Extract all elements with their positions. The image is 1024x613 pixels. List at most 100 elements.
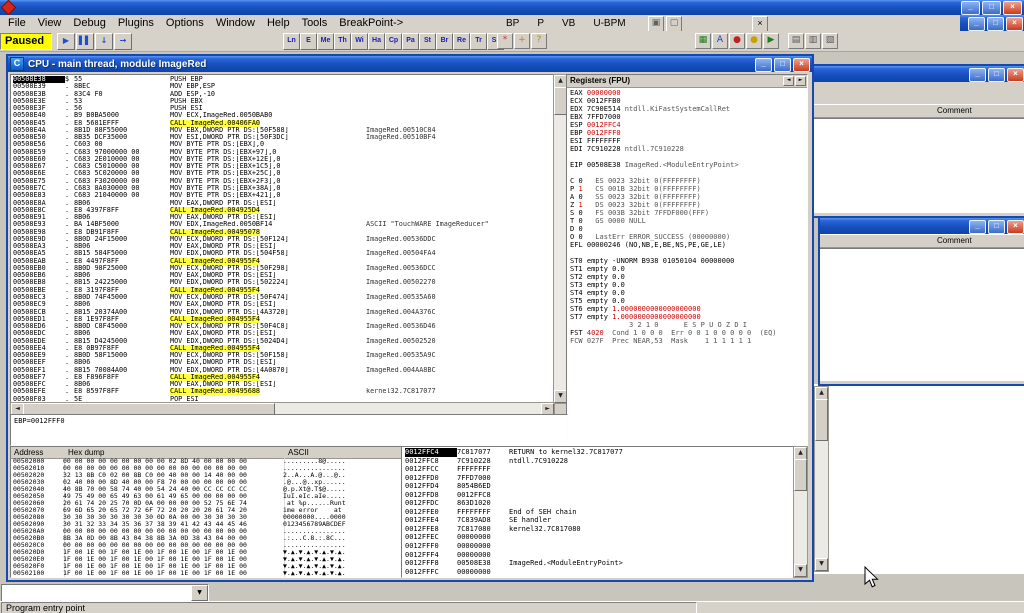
window-button-st[interactable]: St (419, 33, 436, 50)
disasm-row[interactable]: 00508EA5.8B15 584F5000MOV EDX,DWORD PTR … (13, 250, 554, 257)
disasm-row[interactable]: 00508E67.C683 C5010000 00MOV BYTE PTR DS… (13, 163, 554, 170)
dump-row[interactable]: 0050208030 30 30 30 30 30 30 30 0D 0A 00… (13, 514, 401, 521)
doc-icon-2[interactable]: ▢ (666, 16, 682, 32)
stack-row[interactable]: 0012FFD48054B6ED (405, 482, 794, 491)
pause-button[interactable]: ▌▌ (76, 33, 94, 50)
register-line[interactable]: ST4 empty 0.0 (570, 289, 807, 297)
registers-pane[interactable]: Registers (FPU) ◄ ► EAX 00000000ECX 0012… (566, 74, 808, 448)
window-button-re[interactable]: Re (453, 33, 470, 50)
register-line[interactable]: Z 1 DS 0023 32bit 0(FFFFFFFF) (570, 201, 807, 209)
step-into-button[interactable]: ↓ (95, 33, 113, 50)
side-window-3[interactable]: ▲ ▼ (810, 384, 1024, 574)
stack-row[interactable]: 0012FFC47C817077RETURN to kernel32.7C817… (405, 448, 794, 457)
menu-item-window[interactable]: Window (210, 16, 261, 30)
dump-row[interactable]: 0050200000 00 00 00 00 00 00 00 00 02 8D… (13, 458, 401, 465)
close-icon[interactable]: × (1003, 1, 1022, 15)
side-window-1-titlebar[interactable]: _ □ × (812, 66, 1024, 82)
register-line[interactable]: 3 2 1 0 E S P U O Z D I (570, 321, 807, 329)
maximize-icon[interactable]: □ (982, 1, 1001, 15)
side-window-2-body[interactable] (820, 248, 1024, 381)
close-icon[interactable]: × (1007, 220, 1024, 234)
stack-row[interactable]: 0012FFF400000000 (405, 551, 794, 560)
stack-row[interactable]: 0012FFE0FFFFFFFFEnd of SEH chain (405, 508, 794, 517)
disasm-row[interactable]: 00508EA3.8B06MOV EAX,DWORD PTR DS:[ESI] (13, 243, 554, 250)
stack-vscrollbar[interactable]: ▲ ▼ (793, 446, 808, 578)
menu-item-view[interactable]: View (32, 16, 68, 30)
side-window-1-body[interactable] (812, 118, 1024, 213)
dump-row[interactable]: 005020A000 00 00 00 00 00 00 00 00 00 00… (13, 528, 401, 535)
register-line[interactable]: A 0 SS 0023 32bit 0(FFFFFFFF) (570, 193, 807, 201)
menu-item-plugins[interactable]: Plugins (112, 16, 160, 30)
disasm-row[interactable]: 00508EDC.8B06MOV EAX,DWORD PTR DS:[ESI] (13, 330, 554, 337)
register-line[interactable]: T 0 GS 0000 NULL (570, 217, 807, 225)
window-button-br[interactable]: Br (436, 33, 453, 50)
menu-item-options[interactable]: Options (160, 16, 210, 30)
close-icon[interactable]: × (1006, 17, 1023, 31)
window-button-me[interactable]: Me (317, 33, 334, 50)
side-window-2-titlebar[interactable]: _ □ × (820, 218, 1024, 234)
cpu-window-titlebar[interactable]: C CPU - main thread, module ImageRed _ □… (8, 56, 812, 72)
help-icon[interactable]: ? (531, 33, 547, 49)
register-line[interactable]: EDI 7C910228 ntdll.7C910228 (570, 145, 807, 153)
plugin-yellow-icon[interactable]: ● (746, 33, 762, 49)
main-window-titlebar[interactable]: _ □ × (0, 0, 1024, 15)
scroll-down-icon[interactable]: ▼ (815, 558, 828, 571)
toolbar-button-vb[interactable]: VB (558, 16, 579, 31)
dump-row[interactable]: 005020F01F 00 1E 00 1F 00 1E 00 1F 00 1E… (13, 563, 401, 570)
run-button[interactable]: ▶ (57, 33, 75, 50)
plugin-red-icon[interactable]: ● (729, 33, 745, 49)
register-line[interactable]: ST7 empty 1.0000000000000000000 (570, 313, 807, 321)
stack-row[interactable]: 0012FFD07FFD7000 (405, 474, 794, 483)
disasm-row[interactable]: 00508EF7.E8 F896F8FFCALL ImageRed.004955… (13, 374, 554, 381)
disasm-row[interactable]: 00508EAB.E8 4497F8FFCALL ImageRed.004955… (13, 258, 554, 265)
dump-row[interactable]: 0050204040 8B 70 00 58 74 40 00 54 24 40… (13, 486, 401, 493)
layout-icon-3[interactable]: ▧ (822, 33, 838, 49)
disasm-row[interactable]: 00508EE9.8B0D 58F15000MOV ECX,DWORD PTR … (13, 352, 554, 359)
dump-row[interactable]: 0050202032 13 8B C0 02 00 8B C0 00 40 00… (13, 472, 401, 479)
disasm-row[interactable]: 00508EEF.8B06MOV EAX,DWORD PTR DS:[ESI] (13, 359, 554, 366)
register-line[interactable]: EBX 7FFD7000 (570, 113, 807, 121)
register-line[interactable]: ST6 empty 1.0000000000000000000 (570, 305, 807, 313)
dump-pane[interactable]: Address Hex dump ASCII 0050200000 00 00 … (10, 446, 402, 578)
window-button-ln[interactable]: Ln (283, 33, 300, 50)
window-button-cp[interactable]: Cp (385, 33, 402, 50)
chevron-down-icon[interactable]: ▼ (191, 585, 208, 601)
stack-row[interactable]: 0012FFDC863D1020 (405, 499, 794, 508)
disasm-row[interactable]: 00508E3E.53PUSH EBX (13, 98, 554, 105)
menu-item-debug[interactable]: Debug (67, 16, 111, 30)
layout-icon-2[interactable]: ▥ (805, 33, 821, 49)
side-window-2[interactable]: _ □ × Comment (818, 216, 1024, 386)
address-combobox[interactable]: ▼ (1, 584, 209, 602)
dump-row[interactable]: 0050203002 40 00 00 8D 40 00 00 F8 70 00… (13, 479, 401, 486)
disasm-row[interactable]: 00508EC3.8B0D 74F45000MOV ECX,DWORD PTR … (13, 294, 554, 301)
dump-row[interactable]: 0050207069 6D 65 20 65 72 72 6F 72 20 20… (13, 507, 401, 514)
breakpoint-icon[interactable]: * (497, 33, 513, 49)
register-line[interactable]: D 0 (570, 225, 807, 233)
cpu-window[interactable]: C CPU - main thread, module ImageRed _ □… (6, 54, 814, 582)
disasm-row[interactable]: 00508E6E.C683 5C020000 00MOV BYTE PTR DS… (13, 170, 554, 177)
plugin-a-icon[interactable]: A (712, 33, 728, 49)
register-line[interactable]: ST2 empty 0.0 (570, 273, 807, 281)
stack-pane[interactable]: 0012FFC47C817077RETURN to kernel32.7C817… (401, 446, 795, 578)
dump-row[interactable]: 005020E01F 00 1E 00 1F 00 1E 00 1F 00 1E… (13, 556, 401, 563)
disasm-row[interactable]: 00508E3F.56PUSH ESI (13, 105, 554, 112)
doc-icon-1[interactable]: ▣ (648, 16, 664, 32)
maximize-icon[interactable]: □ (774, 58, 791, 72)
info-pane[interactable]: EBP=0012FFF0 (10, 414, 568, 446)
register-line[interactable] (570, 169, 807, 177)
maximize-icon[interactable]: □ (988, 68, 1005, 82)
stack-row[interactable]: 0012FFD80012FFC8 (405, 491, 794, 500)
stack-row[interactable]: 0012FFFC00000000 (405, 568, 794, 577)
plugin-grid-icon[interactable]: ▦ (695, 33, 711, 49)
disasm-row[interactable]: 00508E98.E8 DB91F8FFCALL ImageRed.004950… (13, 229, 554, 236)
window-button-th[interactable]: Th (334, 33, 351, 50)
window-button-pa[interactable]: Pa (402, 33, 419, 50)
disasm-row[interactable]: 00508E83.C683 21040000 00MOV BYTE PTR DS… (13, 192, 554, 199)
layout-icon-1[interactable]: ▤ (788, 33, 804, 49)
stack-row[interactable]: 0012FFEC00000000 (405, 533, 794, 542)
toolbar-button-bp[interactable]: BP (502, 16, 523, 31)
disasm-row[interactable]: 00508E56.C603 00MOV BYTE PTR DS:[EBX],0 (13, 141, 554, 148)
stack-row[interactable]: 0012FFC87C910228ntdll.7C910228 (405, 457, 794, 466)
disasm-row[interactable]: 00508EB6.8B06MOV EAX,DWORD PTR DS:[ESI] (13, 272, 554, 279)
window-button-ha[interactable]: Ha (368, 33, 385, 50)
